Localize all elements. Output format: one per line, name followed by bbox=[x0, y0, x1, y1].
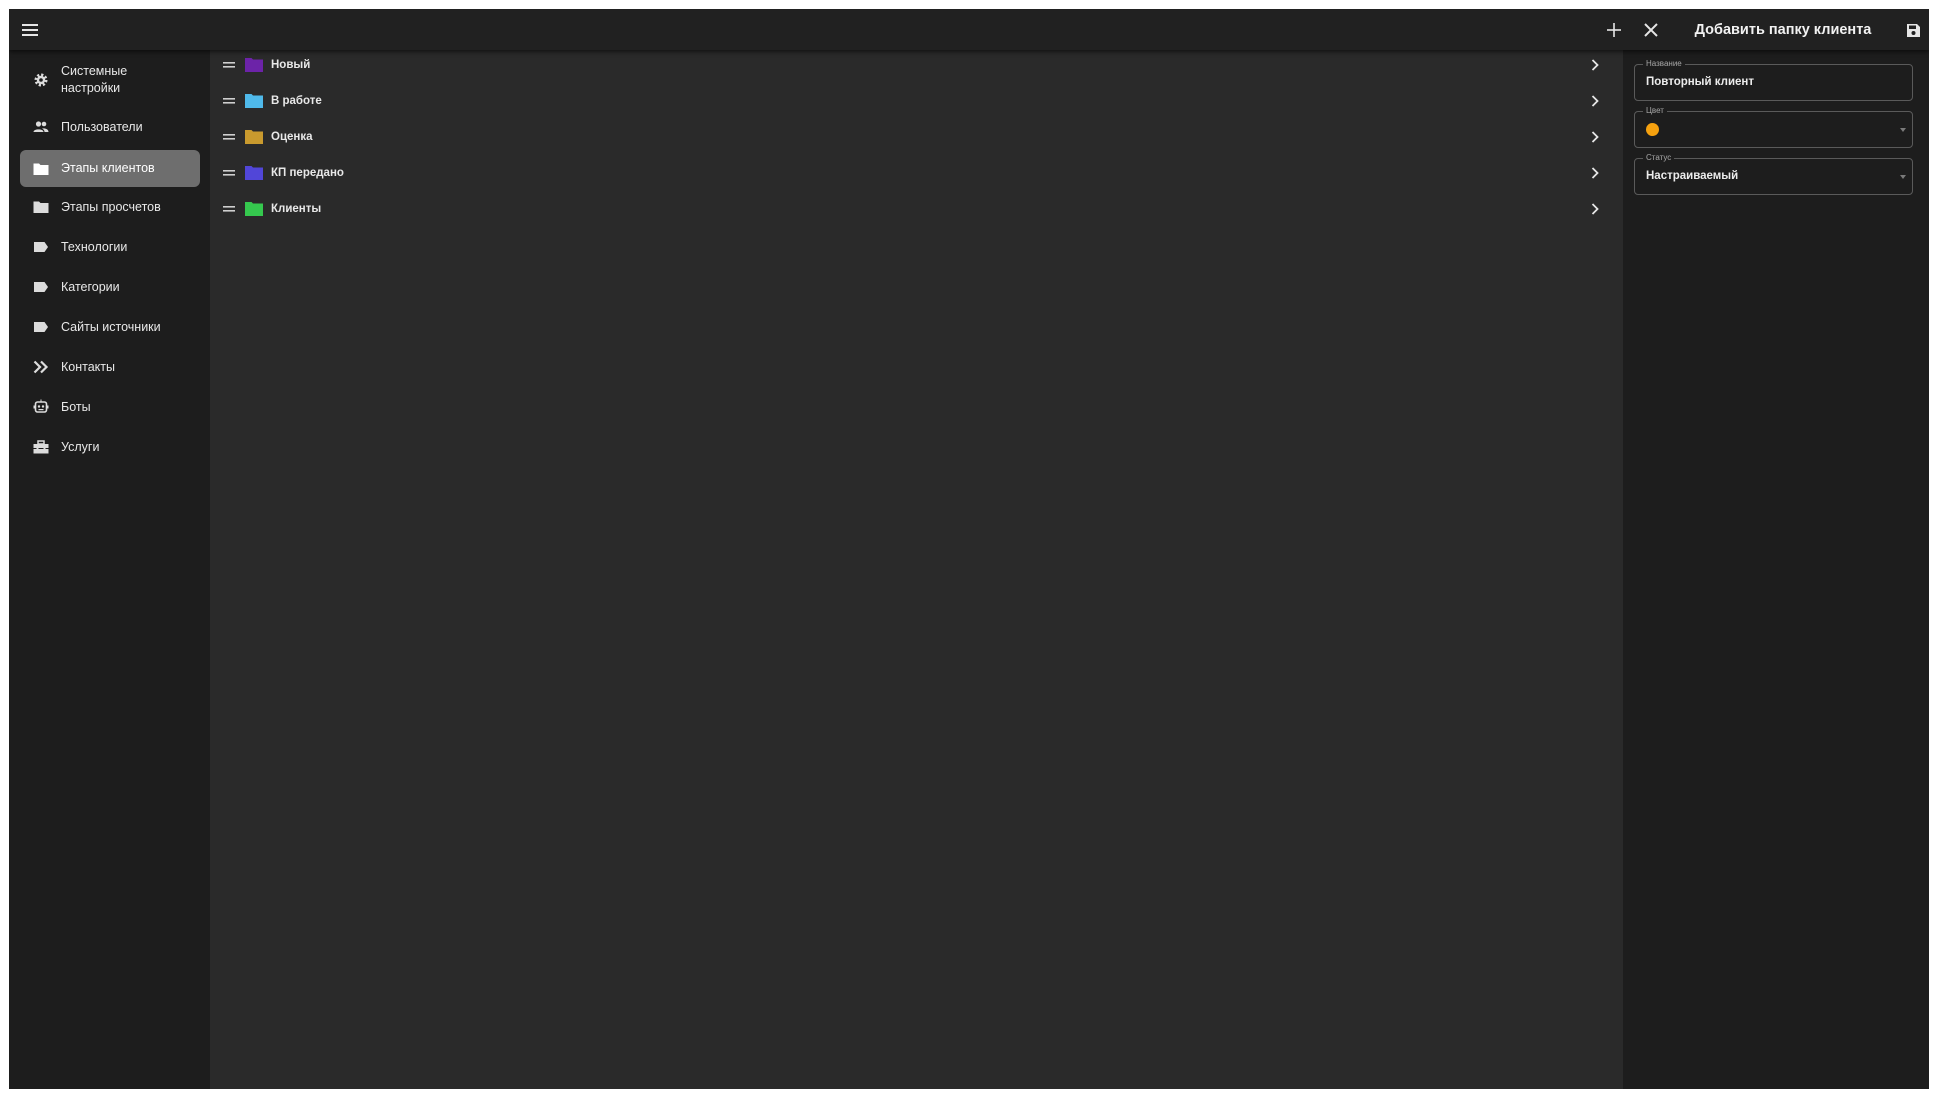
top-app-bar: Добавить папку клиента bbox=[9, 9, 1929, 50]
folder-label: Новый bbox=[271, 59, 311, 71]
label-icon bbox=[33, 319, 49, 335]
folder-row-new[interactable]: Новый bbox=[210, 51, 1623, 79]
close-icon[interactable] bbox=[1640, 19, 1662, 41]
folder-icon bbox=[245, 130, 263, 144]
chevron-right-icon[interactable] bbox=[1588, 202, 1602, 216]
robot-icon bbox=[33, 399, 49, 415]
toolbox-icon bbox=[33, 439, 49, 455]
double-chevron-icon bbox=[33, 359, 49, 375]
sidebar: Системные настройки Пользователи Этапы к… bbox=[9, 50, 210, 1089]
sidebar-item-source-sites[interactable]: Сайты источники bbox=[20, 312, 200, 342]
folder-icon bbox=[33, 199, 49, 215]
folder-label: Клиенты bbox=[271, 203, 322, 215]
save-icon[interactable] bbox=[1902, 19, 1924, 41]
sidebar-item-services[interactable]: Услуги bbox=[20, 432, 200, 462]
drag-handle-icon[interactable] bbox=[223, 60, 235, 70]
name-field-value[interactable]: Повторный клиент bbox=[1646, 65, 1754, 100]
folder-icon bbox=[245, 166, 263, 180]
folder-row-clients[interactable]: Клиенты bbox=[210, 195, 1623, 223]
folder-row-in-progress[interactable]: В работе bbox=[210, 87, 1623, 115]
folder-label: КП передано bbox=[271, 167, 344, 179]
sidebar-item-estimate-stages[interactable]: Этапы просчетов bbox=[20, 192, 200, 222]
add-folder-panel: Название Повторный клиент Цвет Статус На… bbox=[1623, 50, 1929, 1089]
folder-row-proposal-sent[interactable]: КП передано bbox=[210, 159, 1623, 187]
drag-handle-icon[interactable] bbox=[223, 168, 235, 178]
sidebar-item-label: Сайты источники bbox=[61, 319, 161, 334]
sidebar-item-technologies[interactable]: Технологии bbox=[20, 232, 200, 262]
folder-icon bbox=[33, 161, 49, 177]
folder-row-evaluation[interactable]: Оценка bbox=[210, 123, 1623, 151]
chevron-right-icon[interactable] bbox=[1588, 166, 1602, 180]
sidebar-item-label: Системные настройки bbox=[61, 64, 128, 95]
sidebar-item-system-settings[interactable]: Системные настройки bbox=[20, 60, 200, 100]
dropdown-arrow-icon[interactable] bbox=[1900, 128, 1906, 132]
panel-title: Добавить папку клиента bbox=[1694, 21, 1872, 38]
plus-icon[interactable] bbox=[1603, 19, 1625, 41]
folder-list: Новый В работе Оценка КП передано Клиент… bbox=[210, 50, 1623, 1089]
chevron-right-icon[interactable] bbox=[1588, 130, 1602, 144]
color-select-label: Цвет bbox=[1643, 106, 1667, 116]
drag-handle-icon[interactable] bbox=[223, 204, 235, 214]
sidebar-item-categories[interactable]: Категории bbox=[20, 272, 200, 302]
dropdown-arrow-icon[interactable] bbox=[1900, 175, 1906, 179]
sidebar-item-bots[interactable]: Боты bbox=[20, 392, 200, 422]
menu-icon[interactable] bbox=[19, 19, 41, 41]
sidebar-item-label: Технологии bbox=[61, 239, 128, 254]
chevron-right-icon[interactable] bbox=[1588, 94, 1602, 108]
label-icon bbox=[33, 239, 49, 255]
gear-icon bbox=[33, 72, 49, 88]
sidebar-item-label: Услуги bbox=[61, 439, 100, 454]
users-icon bbox=[33, 119, 49, 135]
sidebar-item-label: Контакты bbox=[61, 359, 115, 374]
sidebar-item-label: Этапы просчетов bbox=[61, 199, 161, 214]
label-icon bbox=[33, 279, 49, 295]
sidebar-item-contacts[interactable]: Контакты bbox=[20, 352, 200, 382]
sidebar-item-users[interactable]: Пользователи bbox=[20, 112, 200, 142]
folder-icon bbox=[245, 202, 263, 216]
sidebar-item-label: Этапы клиентов bbox=[61, 161, 155, 175]
sidebar-item-client-stages[interactable]: Этапы клиентов bbox=[20, 150, 200, 187]
selected-color-swatch bbox=[1646, 123, 1659, 136]
color-select[interactable]: Цвет bbox=[1634, 106, 1913, 148]
sidebar-item-label: Пользователи bbox=[61, 119, 143, 134]
drag-handle-icon[interactable] bbox=[223, 96, 235, 106]
folder-icon bbox=[245, 58, 263, 72]
status-select[interactable]: Статус Настраиваемый bbox=[1634, 153, 1913, 195]
folder-icon bbox=[245, 94, 263, 108]
sidebar-item-label: Категории bbox=[61, 279, 120, 294]
drag-handle-icon[interactable] bbox=[223, 132, 235, 142]
app-window: Добавить папку клиента Системные настрой… bbox=[9, 9, 1929, 1089]
folder-label: В работе bbox=[271, 95, 322, 107]
chevron-right-icon[interactable] bbox=[1588, 58, 1602, 72]
folder-label: Оценка bbox=[271, 131, 313, 143]
sidebar-item-label: Боты bbox=[61, 399, 91, 414]
status-select-value: Настраиваемый bbox=[1646, 170, 1739, 182]
name-field[interactable]: Название Повторный клиент bbox=[1634, 59, 1913, 101]
